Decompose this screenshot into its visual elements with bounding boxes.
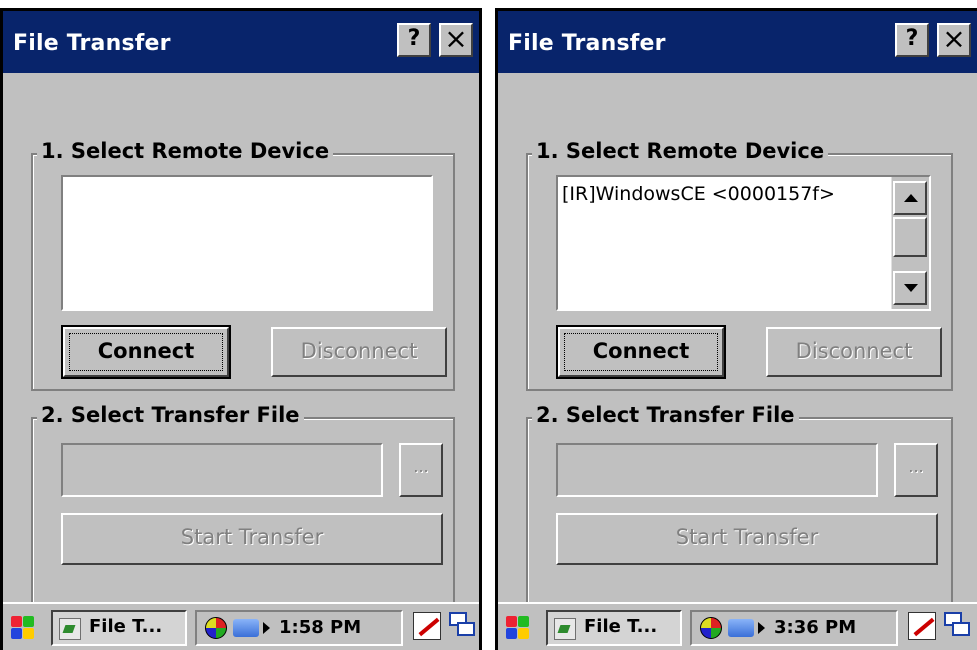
close-button[interactable]: × <box>439 23 473 57</box>
help-button[interactable]: ? <box>397 23 431 57</box>
remote-device-legend: 1. Select Remote Device <box>532 139 829 163</box>
start-transfer-button[interactable]: Start Transfer <box>556 513 938 565</box>
scroll-up-button[interactable] <box>893 181 927 215</box>
flag-yellow <box>23 628 34 639</box>
flag-red <box>11 616 22 627</box>
remote-device-group: 1. Select Remote Device Connect Disconne… <box>31 139 455 391</box>
up-arrow-icon <box>904 194 918 202</box>
remote-device-group: 1. Select Remote Device [IR]WindowsCE <0… <box>526 139 953 391</box>
transfer-file-group: 2. Select Transfer File ... Start Transf… <box>526 403 953 619</box>
window-title: File Transfer <box>508 31 666 56</box>
focus-rect <box>564 333 718 371</box>
task-label: File T... <box>89 616 163 637</box>
window-frame-front <box>952 622 970 636</box>
focus-rect <box>69 333 223 371</box>
system-tray: 3:36 PM <box>690 610 898 646</box>
remote-device-listbox[interactable] <box>61 175 433 311</box>
screenshot-left: File Transfer ? × 1. Select Remote Devic… <box>0 8 482 650</box>
title-bar: File Transfer ? × <box>3 11 479 73</box>
system-tray: 1:58 PM <box>195 610 403 646</box>
flag-green <box>518 616 529 627</box>
tray-expand-icon[interactable] <box>758 622 765 634</box>
clock[interactable]: 1:58 PM <box>279 614 361 642</box>
flag-blue <box>11 628 22 639</box>
down-arrow-icon <box>904 284 918 292</box>
flag-blue <box>506 628 517 639</box>
disconnect-button[interactable]: Disconnect <box>766 327 942 377</box>
windows-start-icon[interactable] <box>504 614 530 640</box>
switch-windows-icon[interactable] <box>449 612 477 640</box>
taskbar-button-file-transfer[interactable]: File T... <box>546 610 682 646</box>
file-transfer-app-icon <box>59 618 81 640</box>
file-path-field[interactable] <box>61 443 383 497</box>
connect-button[interactable]: Connect <box>556 325 726 379</box>
task-label: File T... <box>584 616 658 637</box>
flag-yellow <box>518 628 529 639</box>
flag-green <box>23 616 34 627</box>
windows-start-icon[interactable] <box>9 614 35 640</box>
start-transfer-button[interactable]: Start Transfer <box>61 513 443 565</box>
browse-button[interactable]: ... <box>894 443 938 497</box>
transfer-file-group: 2. Select Transfer File ... Start Transf… <box>31 403 455 619</box>
file-transfer-app-icon <box>554 618 576 640</box>
title-bar: File Transfer ? × <box>498 11 977 73</box>
network-icon[interactable] <box>728 619 754 637</box>
network-icon[interactable] <box>233 619 259 637</box>
remote-device-legend: 1. Select Remote Device <box>37 139 334 163</box>
window-title: File Transfer <box>13 31 171 56</box>
file-path-field[interactable] <box>556 443 878 497</box>
disconnect-button[interactable]: Disconnect <box>271 327 447 377</box>
connect-button[interactable]: Connect <box>61 325 231 379</box>
globe-icon[interactable] <box>205 617 227 639</box>
browse-button[interactable]: ... <box>399 443 443 497</box>
scroll-thumb[interactable] <box>893 217 927 257</box>
switch-windows-icon[interactable] <box>944 612 972 640</box>
taskbar-button-file-transfer[interactable]: File T... <box>51 610 187 646</box>
taskbar: File T... 1:58 PM <box>3 602 479 650</box>
clock[interactable]: 3:36 PM <box>774 614 856 642</box>
transfer-file-legend: 2. Select Transfer File <box>37 403 304 427</box>
vertical-scrollbar[interactable] <box>891 177 929 309</box>
remote-device-listbox[interactable]: [IR]WindowsCE <0000157f> <box>556 175 931 311</box>
tray-expand-icon[interactable] <box>263 622 270 634</box>
list-item[interactable]: [IR]WindowsCE <0000157f> <box>562 183 835 205</box>
input-panel-icon[interactable] <box>413 612 441 640</box>
taskbar: File T... 3:36 PM <box>498 602 977 650</box>
scroll-down-button[interactable] <box>893 271 927 305</box>
transfer-file-legend: 2. Select Transfer File <box>532 403 799 427</box>
input-panel-icon[interactable] <box>908 612 936 640</box>
close-button[interactable]: × <box>937 23 971 57</box>
help-button[interactable]: ? <box>895 23 929 57</box>
flag-red <box>506 616 517 627</box>
globe-icon[interactable] <box>700 617 722 639</box>
screenshot-right: File Transfer ? × 1. Select Remote Devic… <box>495 8 977 650</box>
window-frame-front <box>457 622 475 636</box>
